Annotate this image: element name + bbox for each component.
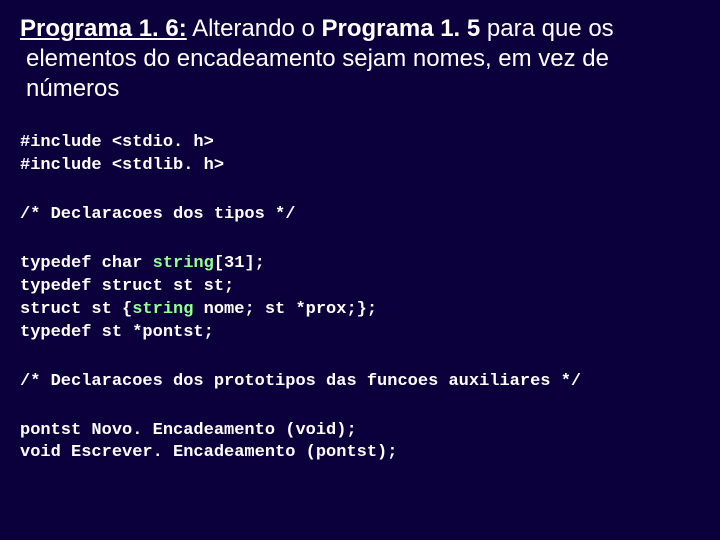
code-comment: /* Declaracoes dos tipos */ xyxy=(20,205,295,224)
code-line: void Escrever. Encadeamento (pontst); xyxy=(20,443,397,462)
code-line: pontst Novo. Encadeamento (void); xyxy=(20,421,357,440)
code-line: typedef char string[31]; xyxy=(20,254,265,273)
code-line: #include <stdio. h> xyxy=(20,133,214,152)
code-line: typedef struct st st; xyxy=(20,277,234,296)
code-text: struct st { xyxy=(20,300,132,319)
code-comment: /* Declaracoes dos prototipos das funcoe… xyxy=(20,372,581,391)
code-comment-types: /* Declaracoes dos tipos */ xyxy=(20,204,700,227)
code-text: nome; st *prox;}; xyxy=(193,300,377,319)
title-body-pre: Alterando o xyxy=(187,15,322,42)
code-line: #include <stdlib. h> xyxy=(20,156,224,175)
code-keyword: string xyxy=(132,300,193,319)
code-text: [31]; xyxy=(214,254,265,273)
code-protos: pontst Novo. Encadeamento (void); void E… xyxy=(20,420,700,466)
code-comment-protos: /* Declaracoes dos prototipos das funcoe… xyxy=(20,371,700,394)
code-typedefs: typedef char string[31]; typedef struct … xyxy=(20,253,700,345)
code-includes: #include <stdio. h> #include <stdlib. h> xyxy=(20,132,700,178)
title-label: Programa 1. 6: xyxy=(20,15,187,42)
code-line: typedef st *pontst; xyxy=(20,323,214,342)
code-line: struct st {string nome; st *prox;}; xyxy=(20,300,377,319)
code-keyword: string xyxy=(153,254,214,273)
code-text: typedef char xyxy=(20,254,153,273)
slide: Programa 1. 6: Alterando o Programa 1. 5… xyxy=(0,0,720,540)
title-body-emph: Programa 1. 5 xyxy=(322,15,481,42)
slide-title: Programa 1. 6: Alterando o Programa 1. 5… xyxy=(20,14,700,104)
